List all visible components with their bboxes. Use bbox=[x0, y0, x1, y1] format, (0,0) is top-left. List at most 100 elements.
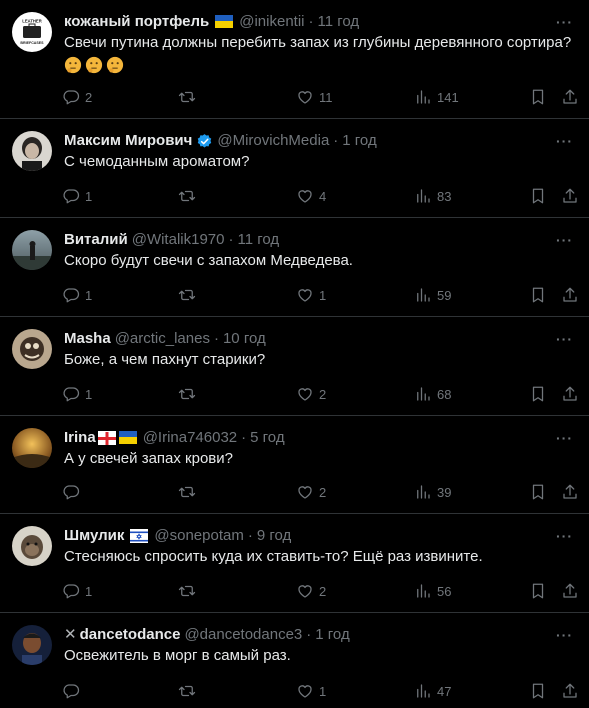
separator-dot: · bbox=[333, 132, 339, 149]
retweet-icon bbox=[178, 286, 196, 304]
tweet[interactable]: Masha @arctic_lanes · 10 год ··· Боже, а… bbox=[0, 317, 589, 416]
reply-button[interactable] bbox=[62, 483, 85, 501]
bookmark-button[interactable] bbox=[529, 187, 547, 205]
timestamp[interactable]: 1 год bbox=[315, 625, 349, 645]
retweet-button[interactable] bbox=[178, 483, 201, 501]
avatar[interactable] bbox=[12, 625, 52, 665]
reply-button[interactable]: 1 bbox=[62, 385, 92, 403]
more-icon[interactable]: ··· bbox=[556, 627, 573, 643]
views-button[interactable]: 56 bbox=[414, 582, 451, 600]
retweet-button[interactable] bbox=[178, 385, 201, 403]
reply-button[interactable]: 1 bbox=[62, 187, 92, 205]
handle[interactable]: @Irina746032 bbox=[143, 428, 237, 448]
views-button[interactable]: 39 bbox=[414, 483, 451, 501]
like-button[interactable]: 1 bbox=[296, 682, 326, 700]
more-icon[interactable]: ··· bbox=[556, 133, 573, 149]
more-icon[interactable]: ··· bbox=[556, 528, 573, 544]
like-button[interactable]: 2 bbox=[296, 483, 326, 501]
like-button[interactable]: 2 bbox=[296, 385, 326, 403]
timestamp[interactable]: 11 год bbox=[237, 230, 279, 250]
share-button[interactable] bbox=[561, 88, 579, 106]
handle[interactable]: @sonepotam bbox=[154, 526, 243, 546]
views-button[interactable]: 68 bbox=[414, 385, 451, 403]
like-button[interactable]: 11 bbox=[296, 88, 333, 106]
handle[interactable]: @MirovichMedia bbox=[217, 131, 329, 151]
tweet[interactable]: ✕ dancetodance @dancetodance3 · 1 год ··… bbox=[0, 613, 589, 708]
share-button[interactable] bbox=[561, 187, 579, 205]
avatar[interactable] bbox=[12, 428, 52, 468]
handle[interactable]: @Witalik1970 bbox=[132, 230, 225, 250]
more-icon[interactable]: ··· bbox=[556, 331, 573, 347]
bookmark-button[interactable] bbox=[529, 483, 547, 501]
display-name[interactable]: Irina bbox=[64, 428, 96, 448]
bookmark-button[interactable] bbox=[529, 582, 547, 600]
like-button[interactable]: 1 bbox=[296, 286, 326, 304]
display-name[interactable]: Максим Мирович bbox=[64, 131, 192, 151]
share-button[interactable] bbox=[561, 286, 579, 304]
reply-icon bbox=[62, 286, 80, 304]
reply-button[interactable]: 1 bbox=[62, 286, 92, 304]
reply-button[interactable]: 2 bbox=[62, 88, 92, 106]
display-name[interactable]: Masha bbox=[64, 329, 111, 349]
display-name[interactable]: Шмулик bbox=[64, 526, 124, 546]
avatar[interactable] bbox=[12, 329, 52, 369]
emoji-row bbox=[64, 55, 573, 75]
share-button[interactable] bbox=[561, 385, 579, 403]
like-icon bbox=[296, 483, 314, 501]
display-name[interactable]: кожаный портфель bbox=[64, 12, 209, 32]
views-button[interactable]: 83 bbox=[414, 187, 451, 205]
like-button[interactable]: 4 bbox=[296, 187, 326, 205]
timestamp[interactable]: 9 год bbox=[257, 526, 291, 546]
avatar-image bbox=[21, 535, 43, 559]
timestamp[interactable]: 10 год bbox=[223, 329, 266, 349]
bookmark-button[interactable] bbox=[529, 682, 547, 700]
avatar[interactable] bbox=[12, 526, 52, 566]
share-button[interactable] bbox=[561, 582, 579, 600]
retweet-button[interactable] bbox=[178, 582, 201, 600]
like-button[interactable]: 2 bbox=[296, 582, 326, 600]
retweet-button[interactable] bbox=[178, 682, 201, 700]
like-icon bbox=[296, 582, 314, 600]
display-name[interactable]: dancetodance bbox=[80, 625, 181, 645]
timestamp[interactable]: 11 год bbox=[318, 12, 360, 32]
reply-button[interactable]: 1 bbox=[62, 582, 92, 600]
bookmark-button[interactable] bbox=[529, 286, 547, 304]
display-name[interactable]: Виталий bbox=[64, 230, 128, 250]
more-icon[interactable]: ··· bbox=[556, 232, 573, 248]
tweet[interactable]: LEATHER BRIEFCASES кожаный портфель @ini… bbox=[0, 0, 589, 119]
tweet[interactable]: Виталий @Witalik1970 · 11 год ··· Скоро … bbox=[0, 218, 589, 317]
more-icon[interactable]: ··· bbox=[556, 14, 573, 30]
retweet-button[interactable] bbox=[178, 187, 201, 205]
bookmark-button[interactable] bbox=[529, 88, 547, 106]
avatar[interactable]: LEATHER BRIEFCASES bbox=[12, 12, 52, 52]
tweet[interactable]: Максим Мирович @MirovichMedia · 1 год ··… bbox=[0, 119, 589, 218]
views-button[interactable]: 141 bbox=[414, 88, 459, 106]
bookmark-button[interactable] bbox=[529, 385, 547, 403]
handle[interactable]: @inikentii bbox=[239, 12, 304, 32]
retweet-button[interactable] bbox=[178, 88, 201, 106]
avatar[interactable] bbox=[12, 131, 52, 171]
views-button[interactable]: 59 bbox=[414, 286, 451, 304]
reply-button[interactable] bbox=[62, 682, 85, 700]
tweet[interactable]: Шмулик @sonepotam · 9 год ··· Стесняюсь … bbox=[0, 514, 589, 613]
views-icon bbox=[414, 187, 432, 205]
flag-georgia-icon bbox=[97, 430, 116, 445]
share-button[interactable] bbox=[561, 682, 579, 700]
view-count: 39 bbox=[437, 484, 452, 500]
views-icon bbox=[414, 483, 432, 501]
tweet[interactable]: Irina @Irina746032 · 5 год ··· А у свече… bbox=[0, 416, 589, 514]
views-button[interactable]: 47 bbox=[414, 682, 451, 700]
share-icon bbox=[561, 286, 579, 304]
more-icon[interactable]: ··· bbox=[556, 430, 573, 446]
briefcase-logo-icon: LEATHER BRIEFCASES bbox=[20, 19, 44, 46]
retweet-button[interactable] bbox=[178, 286, 201, 304]
handle[interactable]: @dancetodance3 bbox=[184, 625, 302, 645]
bookmark-icon bbox=[529, 483, 547, 501]
timestamp[interactable]: 1 год bbox=[342, 131, 376, 151]
handle[interactable]: @arctic_lanes bbox=[115, 329, 210, 349]
avatar[interactable] bbox=[12, 230, 52, 270]
share-button[interactable] bbox=[561, 483, 579, 501]
logo-text-top: LEATHER bbox=[22, 19, 41, 24]
timestamp[interactable]: 5 год bbox=[250, 428, 284, 448]
avatar-photo bbox=[12, 454, 52, 468]
